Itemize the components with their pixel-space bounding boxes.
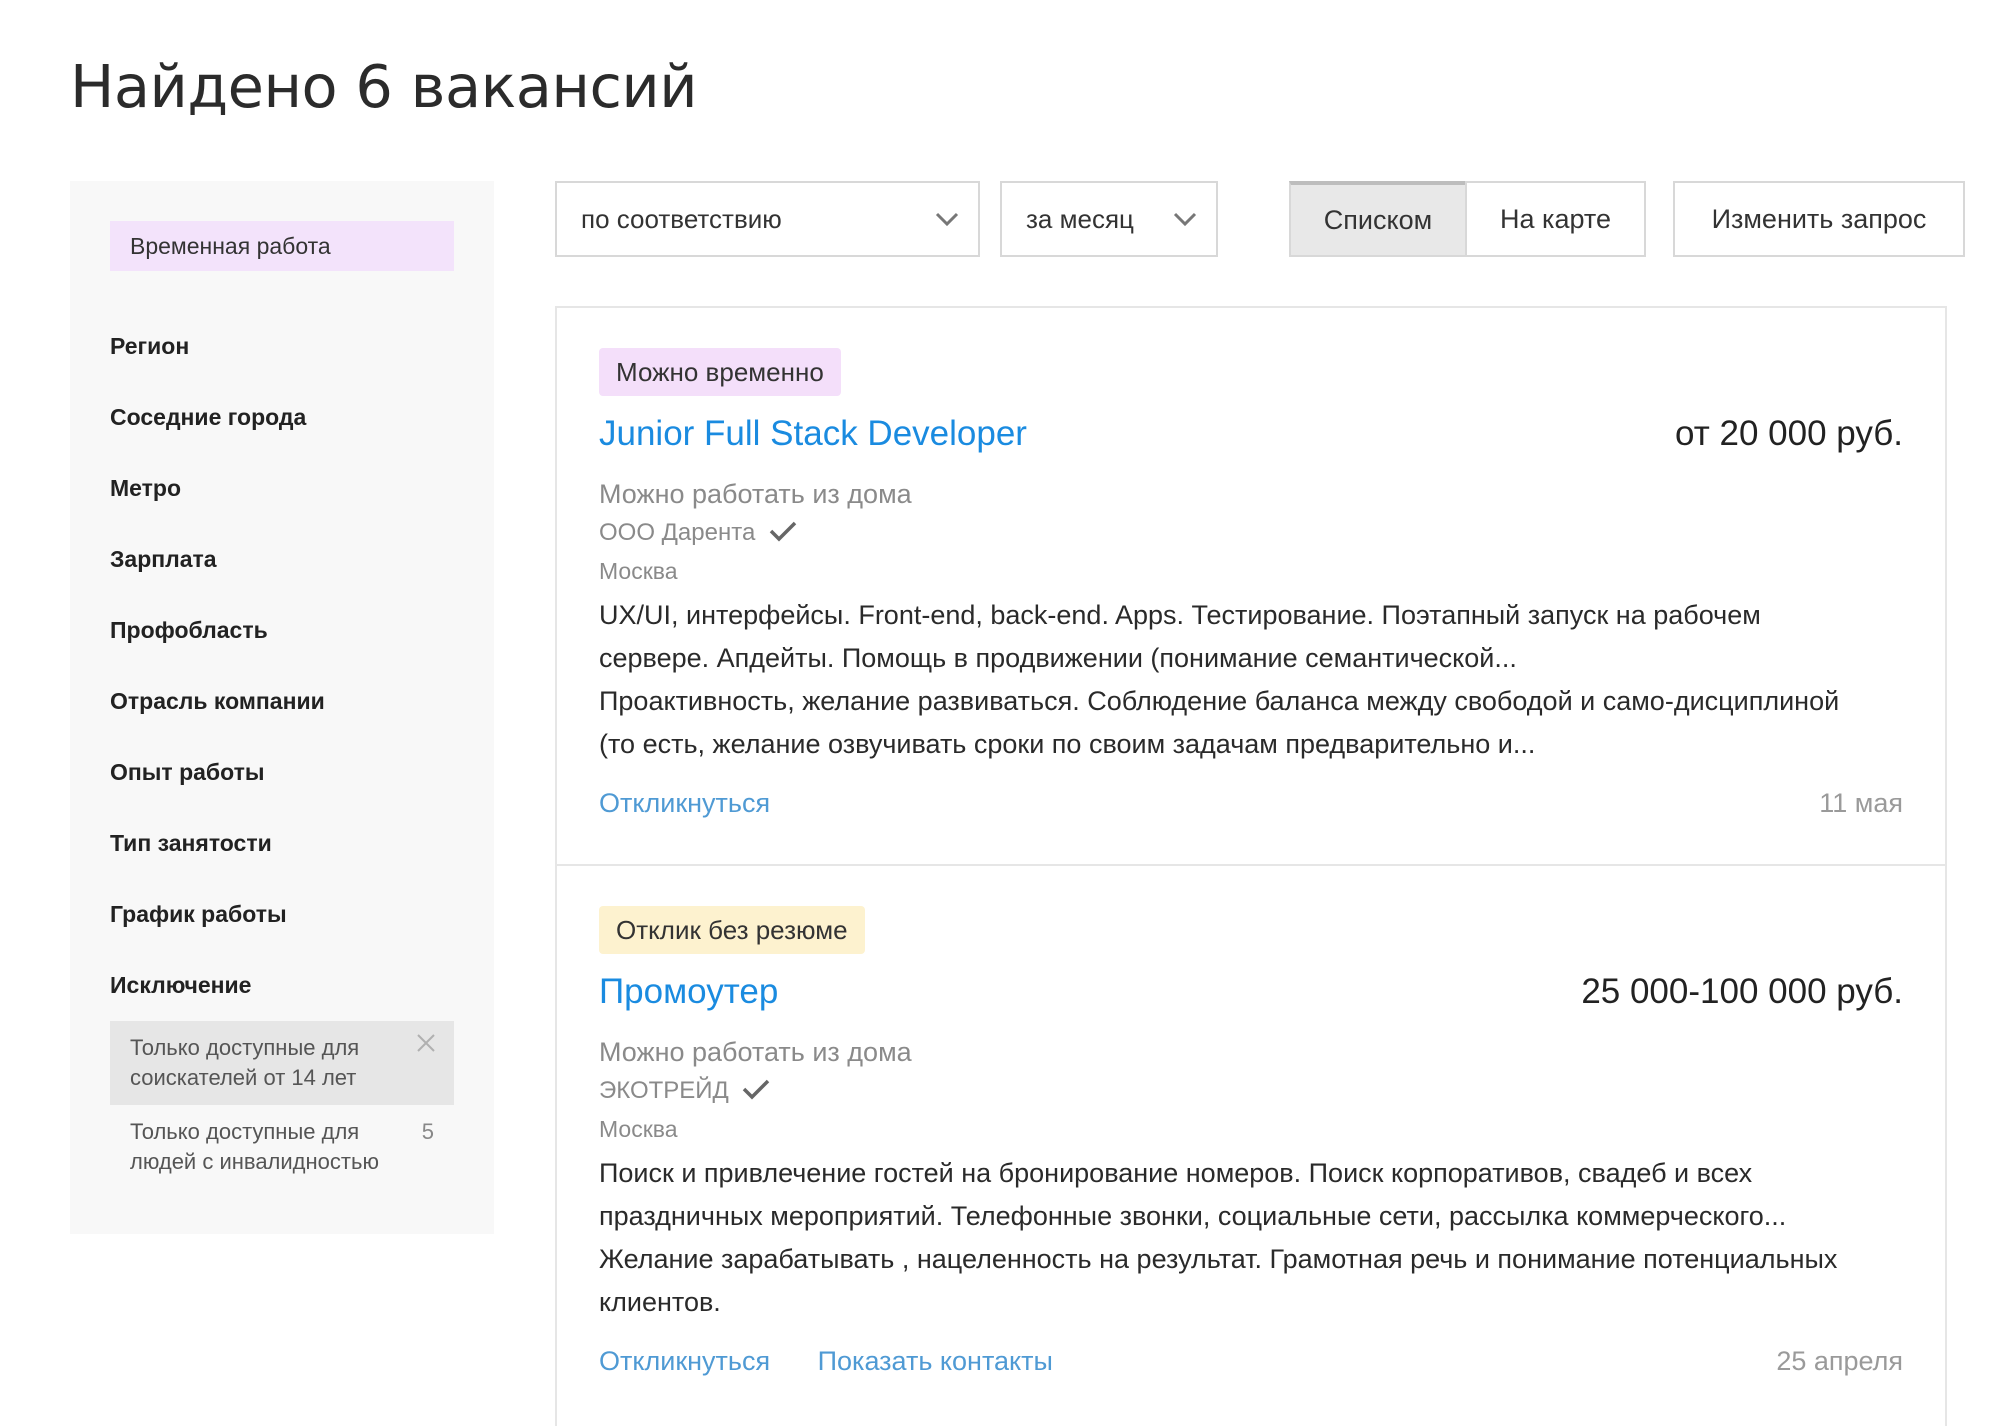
vacancy-date: 11 мая [1819, 788, 1903, 818]
exclusion-option-count: 5 [421, 1119, 434, 1144]
check-icon [743, 1079, 770, 1100]
vacancy-card: Отклик без резюме 25 000-100 000 руб. Пр… [557, 864, 1945, 1424]
close-icon[interactable] [414, 1031, 438, 1055]
temp-work-chip[interactable]: Временная работа [110, 221, 454, 271]
respond-link[interactable]: Откликнуться [599, 788, 770, 818]
vacancy-actions: Откликнуться Показать контакты 25 апреля [599, 1334, 1903, 1388]
view-map-button[interactable]: На карте [1465, 181, 1646, 257]
show-contacts-link[interactable]: Показать контакты [818, 1346, 1053, 1376]
vacancy-remote-note: Можно работать из дома [599, 1037, 912, 1067]
vacancy-company[interactable]: ЭКОТРЕЙД [599, 1074, 1903, 1108]
view-list-button[interactable]: Списком [1289, 181, 1467, 257]
sort-select[interactable]: по соответствию [555, 181, 980, 257]
vacancy-responsibilities: UX/UI, интерфейсы. Front-end, back-end. … [599, 600, 1761, 673]
filter-schedule[interactable]: График работы [110, 879, 454, 950]
vacancy-badge: Можно временно [599, 348, 841, 396]
vacancy-requirements: Желание зарабатывать , нацеленность на р… [599, 1244, 1838, 1317]
vacancy-company[interactable]: ООО Дарента [599, 516, 1903, 550]
filter-salary[interactable]: Зарплата [110, 524, 454, 595]
vacancy-responsibilities: Поиск и привлечение гостей на бронирован… [599, 1158, 1787, 1231]
vacancy-badge: Отклик без резюме [599, 906, 865, 954]
vacancy-city: Москва [599, 1116, 678, 1142]
exclusion-option-disability[interactable]: Только доступные для людей с инвалидност… [110, 1105, 454, 1189]
vacancy-city: Москва [599, 558, 678, 584]
filter-nearby-cities[interactable]: Соседние города [110, 382, 454, 453]
check-icon [769, 521, 797, 542]
vacancy-actions: Откликнуться 11 мая [599, 776, 1903, 830]
chevron-down-icon [935, 212, 959, 227]
filter-experience[interactable]: Опыт работы [110, 737, 454, 808]
filter-list: Регион Соседние города Метро Зарплата Пр… [110, 311, 454, 1189]
filter-metro[interactable]: Метро [110, 453, 454, 524]
sort-select-value: по соответствию [581, 204, 782, 234]
period-select-value: за месяц [1026, 204, 1134, 234]
filter-region[interactable]: Регион [110, 311, 454, 382]
exclusion-option-14-years[interactable]: Только доступные для соискателей от 14 л… [110, 1021, 454, 1105]
vacancy-company-name: ЭКОТРЕЙД [599, 1077, 729, 1104]
vacancy-salary: 25 000-100 000 руб. [1581, 972, 1903, 1011]
filter-exclusion-title: Исключение [110, 972, 252, 998]
filter-industry[interactable]: Отрасль компании [110, 666, 454, 737]
vacancy-date: 25 апреля [1776, 1346, 1903, 1376]
change-query-button[interactable]: Изменить запрос [1673, 181, 1965, 257]
vacancy-card: Можно временно от 20 000 руб. Junior Ful… [557, 308, 1945, 864]
vacancy-list: Можно временно от 20 000 руб. Junior Ful… [555, 306, 1947, 1426]
filter-employment-type[interactable]: Тип занятости [110, 808, 454, 879]
respond-link[interactable]: Откликнуться [599, 1346, 770, 1376]
vacancy-remote-note: Можно работать из дома [599, 479, 912, 509]
exclusion-option-label: Только доступные для соискателей от 14 л… [130, 1035, 360, 1090]
period-select[interactable]: за месяц [1000, 181, 1218, 257]
filters-sidebar: Временная работа Регион Соседние города … [70, 181, 494, 1234]
filter-prof-area[interactable]: Профобласть [110, 595, 454, 666]
vacancy-salary: от 20 000 руб. [1675, 414, 1903, 453]
vacancy-company-name: ООО Дарента [599, 519, 756, 546]
page-title: Найдено 6 вакансий [70, 52, 698, 121]
exclusion-option-label: Только доступные для людей с инвалидност… [130, 1119, 379, 1174]
vacancy-requirements: Проактивность, желание развиваться. Собл… [599, 686, 1840, 759]
chevron-down-icon [1173, 212, 1197, 227]
